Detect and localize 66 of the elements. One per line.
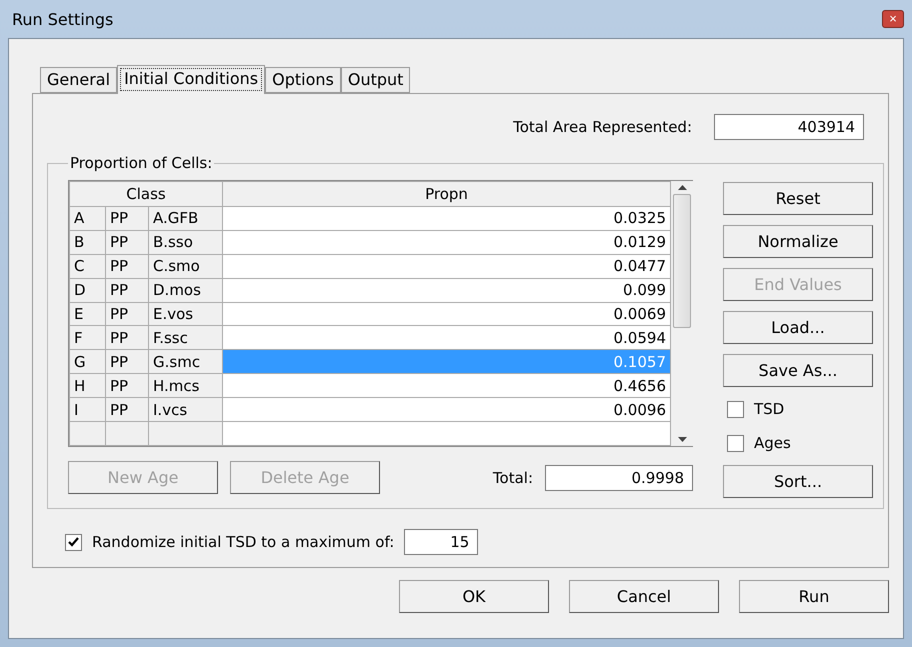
table-cell[interactable]: 0.0129 bbox=[222, 230, 670, 254]
checkbox-label: TSD bbox=[754, 400, 784, 418]
table-cell: PP bbox=[106, 254, 148, 278]
table-cell: D bbox=[70, 278, 106, 302]
table-cell[interactable]: 0.4656 bbox=[222, 374, 670, 398]
checkbox[interactable] bbox=[65, 534, 82, 550]
table-cell: A bbox=[70, 206, 106, 230]
scroll-up-icon[interactable] bbox=[678, 185, 686, 190]
scrollbar-thumb[interactable] bbox=[673, 194, 691, 328]
table-cell[interactable]: 0.0096 bbox=[222, 398, 670, 422]
table-cell: G bbox=[70, 350, 106, 374]
table-cell: B.sso bbox=[148, 230, 222, 254]
dialog-button[interactable]: OK bbox=[399, 580, 549, 613]
table-cell: PP bbox=[106, 398, 148, 422]
table-cell[interactable]: 0.0594 bbox=[222, 326, 670, 350]
tab[interactable]: Initial Conditions bbox=[117, 65, 266, 94]
column-header: Class bbox=[70, 182, 222, 206]
table-cell: PP bbox=[106, 230, 148, 254]
side-button[interactable]: Reset bbox=[723, 182, 873, 215]
total-area-label: Total Area Represented: bbox=[513, 118, 692, 136]
table-cell[interactable]: 0.0325 bbox=[222, 206, 670, 230]
table-cell: PP bbox=[106, 326, 148, 350]
window-title: Run Settings bbox=[11, 10, 114, 28]
table-cell: F.ssc bbox=[148, 326, 222, 350]
dialog-button[interactable]: Cancel bbox=[569, 580, 719, 613]
table-cell: C bbox=[70, 254, 106, 278]
total-label: Total: bbox=[492, 468, 533, 486]
table-cell: F bbox=[70, 326, 106, 350]
checkbox-label: Randomize initial TSD to a maximum of: bbox=[92, 533, 394, 551]
tab[interactable]: General bbox=[40, 67, 118, 93]
table-cell: D.mos bbox=[148, 278, 222, 302]
column-header: Propn bbox=[222, 182, 670, 206]
table-cell: I.vcs bbox=[148, 398, 222, 422]
checkbox-label: Ages bbox=[754, 434, 791, 452]
table-cell[interactable]: 0.099 bbox=[222, 278, 670, 302]
table-cell: H.mcs bbox=[148, 374, 222, 398]
close-button[interactable]: × bbox=[882, 10, 904, 28]
table-cell: PP bbox=[106, 206, 148, 230]
side-button[interactable]: Sort... bbox=[723, 465, 873, 498]
side-button[interactable]: Load... bbox=[723, 311, 873, 344]
tab[interactable]: Output bbox=[340, 67, 410, 93]
group-title: Proportion of Cells: bbox=[69, 154, 214, 172]
table-cell: G.smc bbox=[148, 350, 222, 374]
side-button[interactable]: Normalize bbox=[723, 225, 873, 258]
table-cell: I bbox=[70, 398, 106, 422]
table-cell: E bbox=[70, 302, 106, 326]
table-cell: H bbox=[70, 374, 106, 398]
total-field[interactable]: 0.9998 bbox=[545, 464, 693, 490]
dialog-button[interactable]: Run bbox=[739, 580, 889, 613]
table-cell: PP bbox=[106, 302, 148, 326]
maximum-field[interactable]: 15 bbox=[404, 529, 478, 555]
tab[interactable]: Options bbox=[265, 67, 341, 93]
checkbox[interactable] bbox=[727, 434, 744, 452]
total-area-field[interactable]: 403914 bbox=[714, 114, 864, 140]
table-cell: A.GFB bbox=[148, 206, 222, 230]
table-cell: C.smo bbox=[148, 254, 222, 278]
scroll-down-icon[interactable] bbox=[678, 437, 686, 442]
side-button[interactable]: Save As... bbox=[723, 354, 873, 387]
table-cell: E.vos bbox=[148, 302, 222, 326]
table-cell: PP bbox=[106, 350, 148, 374]
table-cell: PP bbox=[106, 374, 148, 398]
checkbox[interactable] bbox=[727, 400, 744, 418]
table-cell[interactable]: 0.0477 bbox=[222, 254, 670, 278]
table-cell: B bbox=[70, 230, 106, 254]
table-cell: PP bbox=[106, 278, 148, 302]
table-cell[interactable]: 0.0069 bbox=[222, 302, 670, 326]
